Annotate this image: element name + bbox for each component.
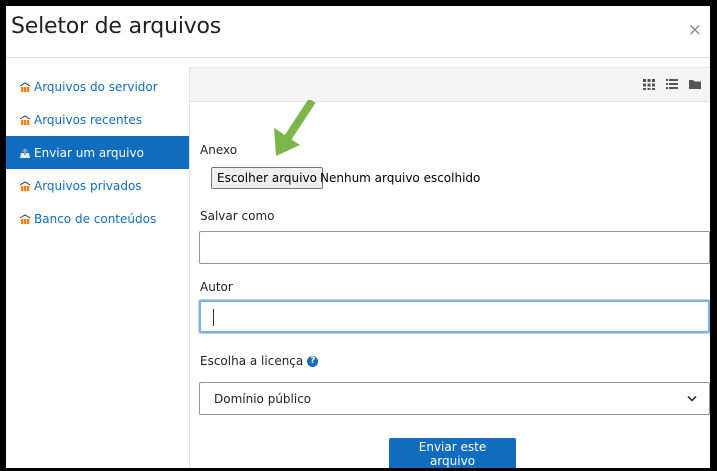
upload-file-button[interactable]: Enviar este arquivo <box>389 438 516 468</box>
upload-panel: Anexo Escolher arquivo Nenhum arquivo es… <box>189 67 710 468</box>
view-toolbar <box>190 68 710 102</box>
sidebar-item-server-files[interactable]: Arquivos do servidor <box>6 70 189 103</box>
save-as-input[interactable] <box>199 231 710 264</box>
license-select[interactable]: Domínio público <box>199 382 710 415</box>
folder-view-icon[interactable] <box>686 75 704 93</box>
grid-view-icon[interactable] <box>640 75 658 93</box>
repository-sidebar: Arquivos do servidor Arquivos recentes E… <box>6 70 189 235</box>
sidebar-item-recent-files[interactable]: Arquivos recentes <box>6 103 189 136</box>
moodle-icon <box>19 114 31 125</box>
dialog-title: Seletor de arquivos <box>11 14 222 39</box>
sidebar-item-upload-file[interactable]: Enviar um arquivo <box>6 136 189 169</box>
sidebar-item-content-bank[interactable]: Banco de conteúdos <box>6 202 189 235</box>
license-selected-value: Domínio público <box>214 392 312 406</box>
help-icon[interactable]: ? <box>307 356 319 367</box>
upload-icon <box>20 147 30 158</box>
no-file-chosen-text: Nenhum arquivo escolhido <box>320 171 481 185</box>
sidebar-item-label: Arquivos privados <box>34 178 142 193</box>
sidebar-item-label: Arquivos do servidor <box>34 79 158 94</box>
close-icon[interactable]: × <box>688 22 702 39</box>
sidebar-item-label: Banco de conteúdos <box>34 211 157 226</box>
author-input[interactable] <box>199 300 710 333</box>
dialog-header: Seletor de arquivos × <box>6 6 710 58</box>
sidebar-item-label: Enviar um arquivo <box>34 145 144 160</box>
sidebar-item-private-files[interactable]: Arquivos privados <box>6 169 189 202</box>
license-label-row: Escolha a licença? <box>200 354 319 368</box>
chevron-down-icon <box>687 395 697 402</box>
moodle-icon <box>19 180 31 191</box>
arrow-indicator-icon <box>274 100 316 156</box>
file-picker-dialog: Seletor de arquivos × Arquivos do servid… <box>6 6 710 468</box>
text-caret <box>213 309 214 326</box>
moodle-icon <box>19 213 31 224</box>
save-as-label: Salvar como <box>200 209 275 223</box>
attachment-label: Anexo <box>200 143 238 157</box>
author-label: Autor <box>200 280 233 294</box>
sidebar-item-label: Arquivos recentes <box>34 112 142 127</box>
choose-file-button[interactable]: Escolher arquivo <box>211 167 323 189</box>
license-label: Escolha a licença <box>200 354 304 368</box>
list-view-icon[interactable] <box>663 75 681 93</box>
moodle-icon <box>19 81 31 92</box>
